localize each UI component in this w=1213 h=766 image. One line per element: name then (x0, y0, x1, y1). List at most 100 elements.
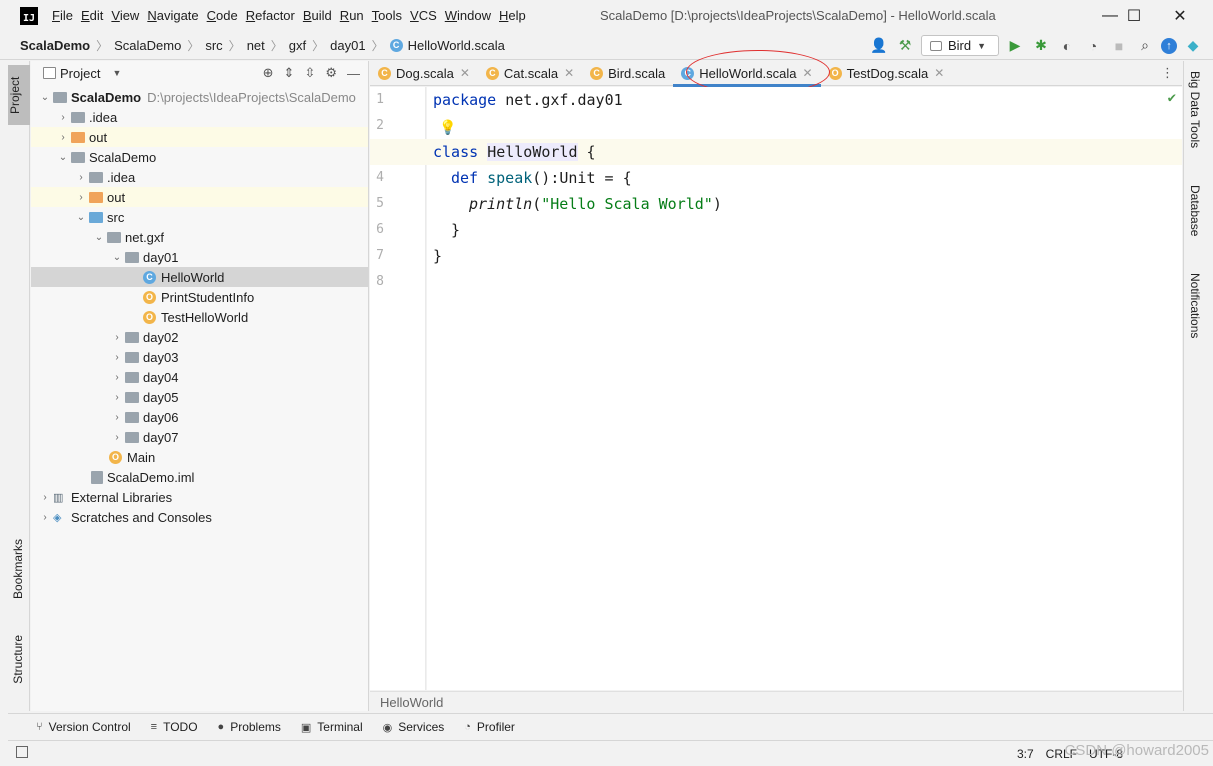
tree-item-day01[interactable]: ⌄ day01 (31, 247, 368, 267)
tool-profiler[interactable]: ◔ Profiler (464, 720, 515, 734)
tree-item-helloworld[interactable]: C HelloWorld (31, 267, 368, 287)
tree-item-module-idea[interactable]: › .idea (31, 167, 368, 187)
project-panel-title[interactable]: Project (60, 66, 100, 81)
close-window-button[interactable]: ✕ (1157, 0, 1203, 31)
crumb-src[interactable]: src (205, 38, 222, 53)
menu-help[interactable]: Help (499, 8, 532, 23)
run-icon[interactable]: ▶ (1005, 36, 1025, 56)
menu-code[interactable]: Code (207, 8, 244, 23)
code-editor[interactable]: package net.gxf.day01 💡 class HelloWorld… (370, 87, 1182, 690)
tool-services[interactable]: ◉ Services (383, 720, 445, 734)
chevron-down-icon[interactable]: ▼ (112, 68, 121, 78)
tool-window-database[interactable]: Database (1188, 185, 1202, 236)
maximize-button[interactable]: ☐ (1111, 0, 1157, 31)
tab-helloworld-scala[interactable]: C HelloWorld.scala ✕ (673, 61, 821, 87)
chevron-right-icon[interactable]: › (55, 132, 71, 143)
tree-item-day06[interactable]: › day06 (31, 407, 368, 427)
locate-target-icon[interactable]: ⊕ (263, 65, 274, 81)
search-icon[interactable]: ⌕ (1135, 36, 1155, 56)
tree-item-day07[interactable]: › day07 (31, 427, 368, 447)
tool-terminal[interactable]: ▣ Terminal (301, 720, 363, 734)
menu-view[interactable]: View (111, 8, 145, 23)
coverage-icon[interactable]: ◐ (1057, 36, 1077, 56)
expand-all-icon[interactable]: ⇕ (284, 65, 295, 81)
tool-window-big-data-tools[interactable]: Big Data Tools (1188, 71, 1202, 148)
debug-bug-icon[interactable]: ✱ (1031, 36, 1051, 56)
chevron-down-icon[interactable]: ⌄ (73, 212, 89, 223)
chevron-right-icon[interactable]: › (37, 512, 53, 523)
menu-navigate[interactable]: Navigate (147, 8, 204, 23)
tab-bird-scala[interactable]: C Bird.scala (582, 61, 673, 86)
chevron-down-icon[interactable]: ⌄ (55, 152, 71, 163)
crumb-file[interactable]: HelloWorld.scala (408, 38, 505, 53)
tool-window-notifications[interactable]: Notifications (1188, 273, 1202, 338)
tree-item-day02[interactable]: › day02 (31, 327, 368, 347)
tree-item-iml[interactable]: ScalaDemo.iml (31, 467, 368, 487)
chevron-right-icon[interactable]: › (73, 172, 89, 183)
chevron-right-icon[interactable]: › (109, 372, 125, 383)
close-icon[interactable]: ✕ (934, 66, 944, 80)
crumb-project[interactable]: ScalaDemo (20, 38, 90, 53)
tree-item-package-net-gxf[interactable]: ⌄ net.gxf (31, 227, 368, 247)
menu-build[interactable]: Build (303, 8, 338, 23)
chevron-down-icon[interactable]: ⌄ (91, 232, 107, 243)
caret-position[interactable]: 3:7 (1017, 747, 1034, 761)
crumb-module[interactable]: ScalaDemo (114, 38, 181, 53)
close-icon[interactable]: ✕ (564, 66, 574, 80)
tool-window-project[interactable]: Project (8, 65, 30, 125)
chevron-right-icon[interactable]: › (109, 392, 125, 403)
tool-version-control[interactable]: ⑂ Version Control (36, 720, 131, 734)
tree-item-main[interactable]: O Main (31, 447, 368, 467)
tree-item-day05[interactable]: › day05 (31, 387, 368, 407)
menu-file[interactable]: File (52, 8, 79, 23)
menu-run[interactable]: Run (340, 8, 370, 23)
crumb-day01[interactable]: day01 (330, 38, 365, 53)
profile-icon[interactable]: ◔ (1083, 36, 1103, 56)
tree-item-src[interactable]: ⌄ src (31, 207, 368, 227)
tree-item-scratches[interactable]: › ◈ Scratches and Consoles (31, 507, 368, 527)
menu-edit[interactable]: Edit (81, 8, 109, 23)
tree-item-module[interactable]: ⌄ ScalaDemo (31, 147, 368, 167)
tool-problems[interactable]: ● Problems (218, 720, 281, 734)
jetbrains-toolbox-icon[interactable]: ◆ (1183, 36, 1203, 56)
hide-icon[interactable]: — (347, 66, 360, 81)
tab-testdog-scala[interactable]: O TestDog.scala ✕ (821, 61, 953, 86)
close-icon[interactable]: ✕ (460, 66, 470, 80)
tool-todo[interactable]: ≡ TODO (151, 720, 198, 734)
layout-toggle-icon[interactable] (16, 746, 28, 758)
run-config-select[interactable]: Bird ▼ (921, 35, 999, 56)
tree-item-root[interactable]: ⌄ ScalaDemo D:\projects\IdeaProjects\Sca… (31, 87, 368, 107)
stop-icon[interactable]: ■ (1109, 36, 1129, 56)
tree-item-module-out[interactable]: › out (31, 187, 368, 207)
crumb-gxf[interactable]: gxf (289, 38, 306, 53)
tree-item-day04[interactable]: › day04 (31, 367, 368, 387)
editor-breadcrumb[interactable]: HelloWorld (370, 691, 1182, 713)
chevron-right-icon[interactable]: › (55, 112, 71, 123)
tree-item-day03[interactable]: › day03 (31, 347, 368, 367)
crumb-net[interactable]: net (247, 38, 265, 53)
user-icon[interactable]: 👤 (869, 36, 889, 56)
tree-item-idea[interactable]: › .idea (31, 107, 368, 127)
tab-cat-scala[interactable]: C Cat.scala ✕ (478, 61, 582, 86)
tree-item-testhelloworld[interactable]: O TestHelloWorld (31, 307, 368, 327)
tree-item-printstudentinfo[interactable]: O PrintStudentInfo (31, 287, 368, 307)
chevron-right-icon[interactable]: › (109, 352, 125, 363)
menu-tools[interactable]: Tools (372, 8, 408, 23)
more-tabs-icon[interactable]: ⋮ (1161, 65, 1174, 81)
gear-icon[interactable]: ⚙ (325, 65, 337, 81)
chevron-down-icon[interactable]: ⌄ (109, 252, 125, 263)
lightbulb-icon[interactable]: 💡 (439, 115, 456, 141)
chevron-right-icon[interactable]: › (109, 412, 125, 423)
tree-item-out[interactable]: › out (31, 127, 368, 147)
chevron-right-icon[interactable]: › (37, 492, 53, 503)
tool-window-bookmarks[interactable]: Bookmarks (11, 539, 25, 599)
collapse-all-icon[interactable]: ⇳ (304, 65, 315, 81)
tool-window-structure[interactable]: Structure (11, 635, 25, 684)
build-hammer-icon[interactable]: ⚒ (895, 36, 915, 56)
chevron-down-icon[interactable]: ⌄ (37, 92, 53, 103)
inspection-ok-check-icon[interactable]: ✔ (1168, 90, 1176, 106)
tree-item-external-libraries[interactable]: › ▥ External Libraries (31, 487, 368, 507)
chevron-right-icon[interactable]: › (109, 332, 125, 343)
menu-window[interactable]: Window (445, 8, 497, 23)
chevron-right-icon[interactable]: › (109, 432, 125, 443)
